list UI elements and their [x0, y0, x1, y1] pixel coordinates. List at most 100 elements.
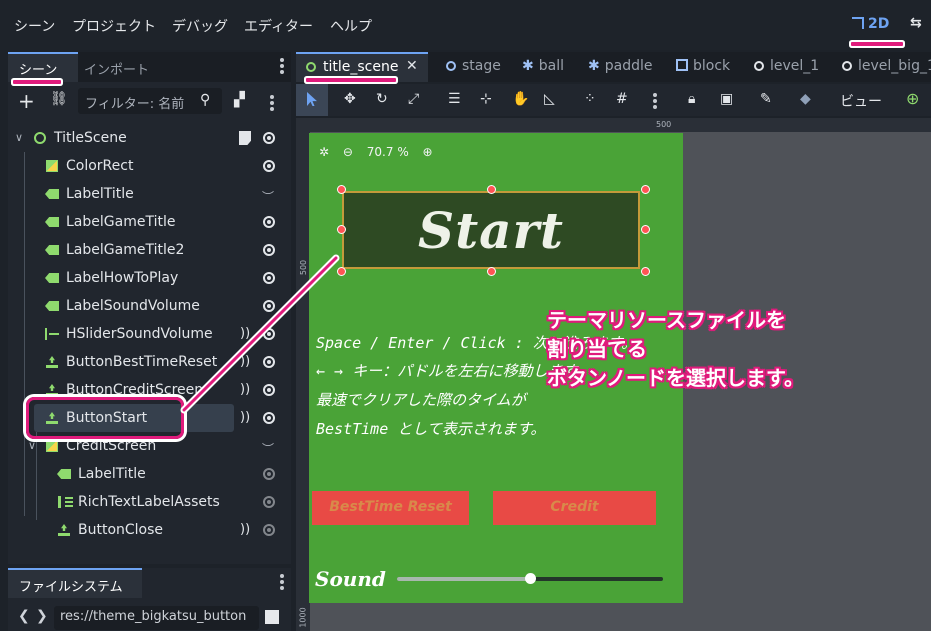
signal-icon[interactable]: )) — [240, 410, 250, 425]
link-icon[interactable]: ⛓ — [50, 91, 68, 107]
pan-tool-icon[interactable]: ✋ — [512, 91, 529, 107]
forward-icon[interactable]: ❯ — [36, 608, 48, 624]
add-node-icon[interactable]: + — [18, 89, 35, 113]
list-select-icon[interactable]: ☰ — [448, 91, 461, 107]
resize-handle[interactable] — [337, 267, 346, 276]
menu-scene[interactable]: シーン — [14, 16, 55, 36]
resize-handle[interactable] — [641, 185, 650, 194]
visibility-icon[interactable] — [263, 132, 275, 144]
split-mode-icon[interactable] — [265, 610, 279, 624]
tab-label: block — [693, 58, 731, 74]
signal-icon[interactable]: )) — [240, 354, 250, 369]
visibility-icon[interactable] — [263, 300, 275, 312]
tree-node-labelgametitle2[interactable]: LabelGameTitle2 — [8, 236, 278, 264]
visibility-icon[interactable] — [263, 160, 275, 172]
dock-menu-icon[interactable] — [280, 58, 284, 62]
credit-button[interactable]: Credit — [493, 491, 656, 525]
fs-menu-icon[interactable] — [280, 574, 284, 578]
back-icon[interactable]: ❮ — [18, 608, 30, 624]
view-menu[interactable]: ビュー — [840, 91, 882, 111]
node-label: TitleScene — [54, 130, 127, 146]
pivot-tool-icon[interactable]: ⊹ — [480, 91, 492, 107]
tab-scene[interactable]: シーン — [8, 52, 78, 82]
group-icon[interactable]: ▣ — [720, 91, 733, 107]
center-view-icon[interactable]: ✲ — [319, 145, 329, 159]
hidden-icon[interactable]: ︶ — [262, 440, 274, 457]
menu-editor[interactable]: エディター — [244, 16, 313, 36]
tree-node-hslidersoundvolume[interactable]: HSliderSoundVolume )) — [8, 320, 278, 348]
tree-node-buttonclose[interactable]: ButtonClose )) — [8, 516, 278, 544]
hidden-icon[interactable]: ︶ — [262, 188, 274, 205]
close-icon[interactable]: ✕ — [406, 58, 418, 74]
start-button[interactable]: Start — [342, 191, 640, 269]
visibility-icon[interactable] — [263, 496, 275, 508]
visibility-icon[interactable] — [263, 216, 275, 228]
add-icon[interactable]: ⊕ — [906, 89, 919, 108]
snap-options-icon[interactable] — [653, 93, 657, 97]
zoom-in-icon[interactable]: ⊕ — [423, 145, 433, 159]
tab-filesystem[interactable]: ファイルシステム — [8, 568, 142, 598]
node-label: CreditScreen — [66, 438, 157, 454]
slider-grabber[interactable] — [525, 573, 536, 584]
ruler-tool-icon[interactable]: ◺ — [544, 91, 555, 107]
tree-node-colorrect[interactable]: ColorRect — [8, 152, 278, 180]
move-tool-icon[interactable]: ✥ — [344, 91, 356, 107]
tree-node-credit-labeltitle[interactable]: LabelTitle — [8, 460, 278, 488]
zoom-out-icon[interactable]: ⊖ — [343, 145, 353, 159]
zoom-level[interactable]: 70.7 % — [367, 145, 409, 159]
visibility-icon[interactable] — [263, 384, 275, 396]
smart-snap-icon[interactable]: ⁘ — [584, 91, 596, 107]
resize-handle[interactable] — [487, 185, 496, 194]
camera-icon[interactable]: ◆ — [800, 91, 811, 107]
menu-project[interactable]: プロジェクト — [72, 16, 156, 36]
mode-2d-button[interactable]: 2D — [852, 16, 889, 32]
visibility-icon[interactable] — [263, 328, 275, 340]
tab-stage[interactable]: stage — [446, 58, 501, 74]
tree-node-titlescene[interactable]: ∨ TitleScene — [8, 124, 278, 152]
resize-handle[interactable] — [641, 225, 650, 234]
tab-import[interactable]: インポート — [84, 59, 149, 78]
rotate-tool-icon[interactable]: ↻ — [376, 91, 388, 107]
tab-block[interactable]: block — [676, 58, 730, 74]
tab-level-1[interactable]: level_1 — [754, 58, 819, 74]
resize-handle[interactable] — [337, 185, 346, 194]
tree-node-labelgametitle[interactable]: LabelGameTitle — [8, 208, 278, 236]
visibility-icon[interactable] — [263, 356, 275, 368]
resize-handle[interactable] — [487, 267, 496, 276]
tab-paddle[interactable]: ✱ paddle — [588, 58, 652, 74]
visibility-icon[interactable] — [263, 412, 275, 424]
resize-handle[interactable] — [337, 225, 346, 234]
visibility-icon[interactable] — [263, 272, 275, 284]
best-time-reset-button[interactable]: BestTime Reset — [312, 491, 469, 525]
tree-node-labelsoundvolume[interactable]: LabelSoundVolume — [8, 292, 278, 320]
lock-icon[interactable]: 🔒︎ — [688, 91, 695, 107]
tree-node-richtextlabelassets[interactable]: RichTextLabelAssets — [8, 488, 278, 516]
menu-debug[interactable]: デバッグ — [172, 16, 228, 36]
visibility-icon[interactable] — [263, 468, 275, 480]
tab-level-big-1[interactable]: level_big_1 — [842, 58, 931, 74]
scale-tool-icon[interactable]: ⤢ — [408, 91, 419, 107]
resize-handle[interactable] — [641, 267, 650, 276]
collapse-icon[interactable]: ∨ — [15, 131, 23, 144]
fs-path-field[interactable]: res://theme_bigkatsu_button — [54, 606, 259, 630]
attach-script-icon[interactable]: ▞ — [234, 92, 245, 108]
visibility-icon[interactable] — [263, 524, 275, 536]
skeleton-icon[interactable]: ✎ — [760, 91, 772, 107]
signal-icon[interactable]: )) — [240, 326, 250, 341]
asset-lib-icon[interactable]: ⇆ — [910, 15, 922, 31]
script-icon[interactable] — [239, 131, 251, 145]
signal-icon[interactable]: )) — [240, 382, 250, 397]
menu-help[interactable]: ヘルプ — [330, 16, 372, 36]
tab-ball[interactable]: ✱ ball — [522, 58, 564, 74]
area-icon — [676, 59, 688, 71]
collapse-icon[interactable]: ∨ — [28, 439, 36, 452]
sound-volume-slider[interactable] — [397, 573, 663, 584]
grid-snap-icon[interactable]: # — [616, 91, 628, 107]
select-tool-icon[interactable] — [296, 84, 328, 116]
scene-options-icon[interactable] — [270, 95, 274, 99]
tree-node-labelhowtoplay[interactable]: LabelHowToPlay — [8, 264, 278, 292]
visibility-icon[interactable] — [263, 244, 275, 256]
signal-icon[interactable]: )) — [240, 522, 250, 537]
tree-node-buttonbesttimereset[interactable]: ButtonBestTimeReset )) — [8, 348, 278, 376]
tree-node-labeltitle[interactable]: LabelTitle ︶ — [8, 180, 278, 208]
